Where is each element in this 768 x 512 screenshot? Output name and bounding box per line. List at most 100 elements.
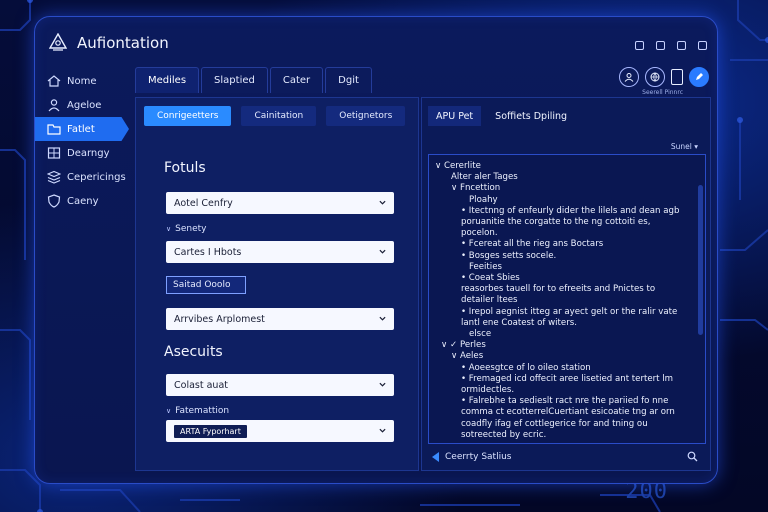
settings-panel: Conrigeetters Cainitation Oetignetors Fo… bbox=[135, 97, 419, 471]
tree-item[interactable]: sotreected by ecric. bbox=[461, 430, 546, 440]
subtab-oetignetors[interactable]: Oetignetors bbox=[326, 106, 406, 126]
details-footer[interactable]: Ceerrty Satlius bbox=[428, 446, 706, 468]
tab-apu-pet[interactable]: APU Pet bbox=[428, 106, 482, 126]
tree-item[interactable]: • Irepol aegnist itteg ar ayect gelt or … bbox=[461, 307, 677, 317]
tree-item[interactable]: • Bosges setts socele. bbox=[461, 251, 556, 261]
tree-item[interactable]: ∨ Cererlite bbox=[435, 161, 481, 171]
tab-dgit[interactable]: Dgit bbox=[325, 67, 372, 93]
globe-icon bbox=[650, 72, 660, 82]
details-tabs: APU Pet Soffiets Dpiling bbox=[428, 106, 575, 126]
sub-tabs: Conrigeetters Cainitation Oetignetors bbox=[144, 106, 406, 126]
footer-label: Ceerrty Satlius bbox=[445, 452, 512, 462]
folder-icon bbox=[47, 124, 61, 135]
restore-icon[interactable] bbox=[656, 41, 665, 50]
pencil-icon bbox=[696, 73, 703, 80]
sidebar-item-label: Fatlet bbox=[67, 123, 95, 135]
sidebar-item-ageloe[interactable]: Ageloe bbox=[35, 93, 135, 117]
subtab-cainitation[interactable]: Cainitation bbox=[241, 106, 317, 126]
details-panel: APU Pet Soffiets Dpiling Sunel ▾ ∨ Cerer… bbox=[421, 97, 711, 471]
field-label-text: Fatemattion bbox=[175, 406, 230, 416]
maximize-icon[interactable] bbox=[677, 41, 686, 50]
tree-item[interactable]: elsce bbox=[469, 329, 491, 339]
sidebar-item-fatlet[interactable]: Fatlet bbox=[35, 117, 129, 141]
tree-item[interactable]: ormidectles. bbox=[461, 385, 514, 395]
sort-dropdown[interactable]: Sunel ▾ bbox=[671, 142, 698, 151]
sidebar-item-label: Nome bbox=[67, 75, 97, 87]
tree-item[interactable]: ∨ ✓ Perles bbox=[441, 340, 486, 350]
select-arta[interactable]: ARTA Fyporhart bbox=[166, 420, 394, 442]
tree-item[interactable]: • Fremaged icd offecit aree lisetied ant… bbox=[461, 374, 673, 384]
sidebar: Nome Ageloe Fatlet Dearngy Cepericings C… bbox=[35, 69, 135, 213]
grid-icon bbox=[47, 147, 61, 159]
caret-down-icon: ∨ bbox=[166, 407, 172, 415]
tree-item[interactable]: pocelon. bbox=[461, 228, 498, 238]
search-icon[interactable] bbox=[687, 451, 698, 462]
field-label-senety: ∨ Senety bbox=[166, 224, 206, 234]
tree-item[interactable]: Feeities bbox=[469, 262, 502, 272]
tree-item[interactable]: • Coeat Sbies bbox=[461, 273, 520, 283]
tree-item[interactable]: Ploahy bbox=[469, 195, 498, 205]
select-arrvibes[interactable]: Arrvibes Arplomest bbox=[166, 308, 394, 330]
saitad-button[interactable]: Saitad Ooolo bbox=[166, 276, 246, 294]
selected-chip: ARTA Fyporhart bbox=[174, 424, 247, 438]
sidebar-item-dearngy[interactable]: Dearngy bbox=[35, 141, 135, 165]
select-aotel-cenfry[interactable]: Aotel Cenfry bbox=[166, 192, 394, 214]
sidebar-item-label: Dearngy bbox=[67, 147, 110, 159]
select-value: Colast auat bbox=[174, 379, 228, 391]
tree-item[interactable]: ∨ Fncettion bbox=[451, 183, 500, 193]
select-value: Cartes I Hbots bbox=[174, 246, 242, 258]
app-window: Aufiontation Nome Ageloe Fatlet Dearngy … bbox=[34, 16, 718, 484]
window-controls bbox=[635, 41, 707, 50]
chevron-down-icon bbox=[379, 249, 386, 254]
tab-soffiets-dpiling[interactable]: Soffiets Dpiling bbox=[487, 106, 575, 126]
document-icon[interactable] bbox=[671, 69, 683, 85]
triangle-left-icon bbox=[432, 452, 439, 462]
select-colast[interactable]: Colast auat bbox=[166, 374, 394, 396]
help-icon[interactable] bbox=[635, 41, 644, 50]
tree-item[interactable]: detailer ltees bbox=[461, 295, 518, 305]
section-title-asecuits: Asecuits bbox=[164, 344, 223, 360]
tree-item[interactable]: poruanitie the corgatte to the ng cottoi… bbox=[461, 217, 650, 227]
person-icon bbox=[48, 99, 60, 112]
user-button[interactable] bbox=[619, 67, 639, 87]
select-cartes[interactable]: Cartes I Hbots bbox=[166, 241, 394, 263]
tree-item[interactable]: • Aoeesgtce of lo oileo station bbox=[461, 363, 591, 373]
chevron-down-icon bbox=[379, 382, 386, 387]
chevron-down-icon bbox=[379, 200, 386, 205]
user-icon bbox=[624, 73, 634, 82]
tab-cater[interactable]: Cater bbox=[269, 67, 324, 93]
sidebar-item-home[interactable]: Nome bbox=[35, 69, 135, 93]
tree-item[interactable]: Alter aler Tages bbox=[451, 172, 518, 182]
select-value: Aotel Cenfry bbox=[174, 197, 233, 209]
tab-mediles[interactable]: Mediles bbox=[135, 67, 200, 93]
tree-item[interactable]: • Falrebhe ta sedieslt ract nre the pari… bbox=[461, 396, 668, 406]
tree-item[interactable]: • Fcereat all the rieg ans Boctars bbox=[461, 239, 603, 249]
tree-view[interactable]: ∨ Cererlite Alter aler Tages ∨ Fncettion Pl… bbox=[428, 154, 706, 444]
sidebar-item-caeny[interactable]: Caeny bbox=[35, 189, 135, 213]
sidebar-item-cepericings[interactable]: Cepericings bbox=[35, 165, 135, 189]
tree-item[interactable]: reasorbes tauell for to efreeits and Pni… bbox=[461, 284, 655, 294]
field-label-fatemattion: ∨ Fatemattion bbox=[166, 406, 229, 416]
sort-label: Sunel bbox=[670, 142, 692, 151]
sidebar-item-label: Ageloe bbox=[67, 99, 102, 111]
tree-item[interactable]: coadfly ifag ef cottlegerice for and tni… bbox=[461, 419, 648, 429]
tree-item[interactable]: ∨ Aeles bbox=[451, 351, 483, 361]
close-icon[interactable] bbox=[698, 41, 707, 50]
section-title-fotuls: Fotuls bbox=[164, 160, 206, 176]
globe-button[interactable] bbox=[645, 67, 665, 87]
tree-item[interactable]: • Itectnng of enfeurly dider the lilels … bbox=[461, 206, 679, 216]
scrollbar[interactable] bbox=[698, 185, 703, 335]
chevron-down-icon bbox=[379, 428, 386, 433]
edit-button[interactable] bbox=[689, 67, 709, 87]
tree-item[interactable]: comma ct ecotterrelCuertiant esicoatie t… bbox=[461, 407, 675, 417]
layers-icon bbox=[47, 170, 61, 184]
subtab-conrigeetters[interactable]: Conrigeetters bbox=[144, 106, 232, 126]
tab-slaptied[interactable]: Slaptied bbox=[201, 67, 268, 93]
tree-item[interactable]: lantl ene Coatest of witers. bbox=[461, 318, 577, 328]
title-bar: Aufiontation bbox=[35, 17, 717, 69]
caret-down-icon: ▾ bbox=[694, 142, 698, 151]
caret-down-icon: ∨ bbox=[166, 225, 172, 233]
field-label-text: Senety bbox=[175, 224, 207, 234]
select-value: Arrvibes Arplomest bbox=[174, 313, 265, 325]
sidebar-item-label: Caeny bbox=[67, 195, 99, 207]
